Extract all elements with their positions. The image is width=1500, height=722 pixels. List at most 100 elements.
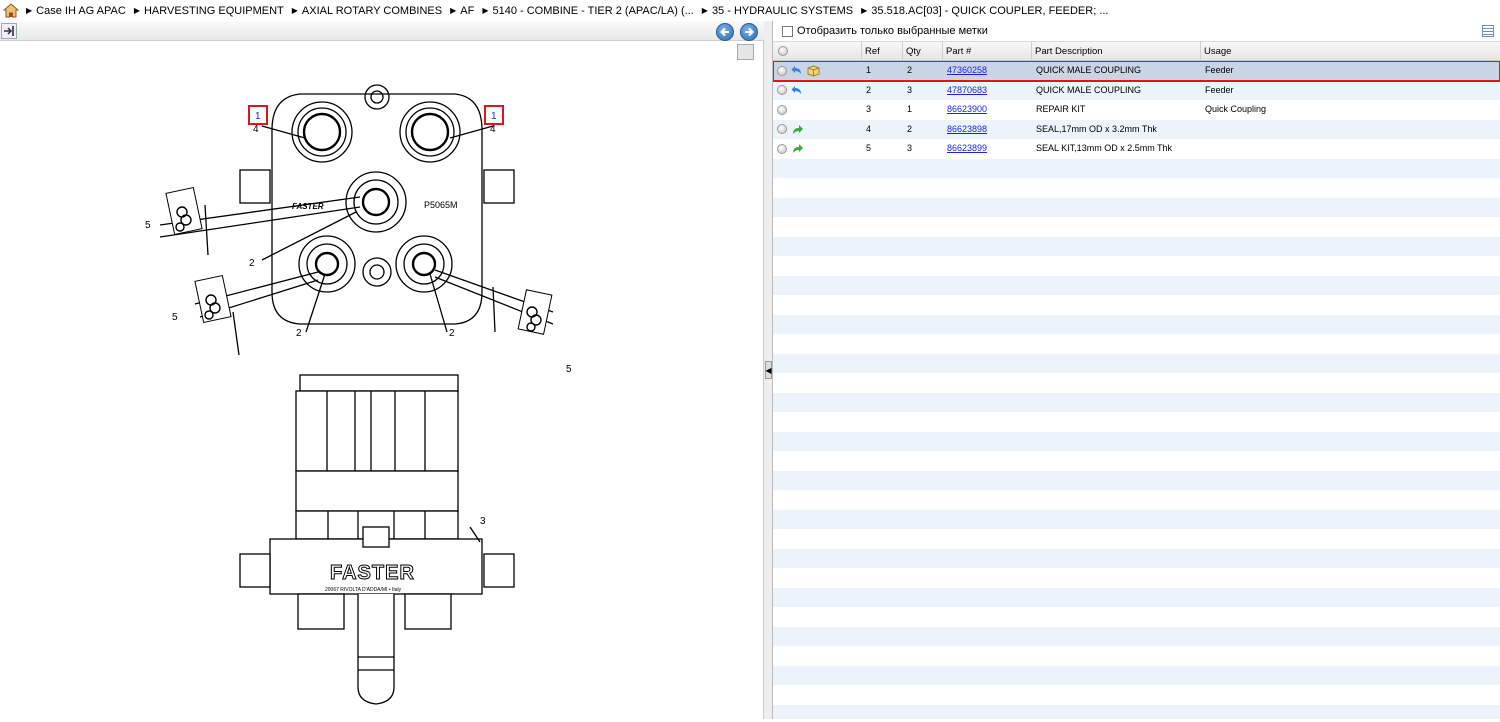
empty-row (773, 178, 1500, 198)
ref-cell: 2 (866, 84, 872, 95)
empty-row (773, 314, 1500, 334)
table-row[interactable]: 3 1 86623900 REPAIR KIT Quick Coupling (773, 100, 1500, 120)
table-row[interactable]: 1 2 47360258 QUICK MALE COUPLING Feeder (773, 61, 1500, 82)
callout-1-right: 1 (491, 111, 497, 122)
callout-4-left: 4 (253, 124, 259, 135)
row-controls[interactable] (773, 61, 862, 81)
ref-cell: 3 (866, 104, 872, 114)
part-number-link[interactable]: 86623900 (947, 104, 987, 114)
breadcrumb-item[interactable]: ▶ 5140 - COMBINE - TIER 2 (APAC/LA) (... (482, 5, 693, 17)
empty-row (773, 529, 1500, 549)
empty-row (773, 646, 1500, 666)
empty-row (773, 275, 1500, 295)
export-icon[interactable] (1, 23, 17, 39)
pane-splitter[interactable]: ◀ (764, 21, 773, 719)
part-number-link[interactable]: 86623899 (947, 143, 987, 153)
empty-row (773, 334, 1500, 354)
breadcrumb: ▶ Case IH AG APAC ▶ HARVESTING EQUIPMENT ▶… (0, 0, 1500, 21)
row-select-icon[interactable] (777, 143, 787, 154)
column-header-qty[interactable]: Qty (903, 42, 943, 61)
brand-subtitle: 20067 RIVOLTA D'ADDA/MI • Italy (325, 587, 402, 593)
empty-row (773, 197, 1500, 217)
usage-cell: Feeder (1205, 65, 1234, 75)
empty-row (773, 548, 1500, 568)
parts-grid: 1 2 47360258 QUICK MALE COUPLING Feeder 2 3 478… (773, 61, 1500, 719)
model-label: P5065M (424, 200, 458, 210)
breadcrumb-item[interactable]: ▶ 35.518.AC[03] - QUICK COUPLER, FEEDER; … (861, 5, 1108, 17)
part-number-link[interactable]: 47360258 (947, 65, 987, 75)
breadcrumb-item[interactable]: ▶ AXIAL ROTARY COMBINES (292, 5, 442, 17)
qty-cell: 1 (907, 104, 913, 114)
row-select-icon[interactable] (777, 124, 787, 135)
empty-row (773, 685, 1500, 705)
callout-5-top: 5 (145, 220, 151, 231)
qty-cell: 2 (907, 123, 913, 134)
row-controls[interactable] (773, 120, 862, 140)
usage-cell (1201, 120, 1500, 140)
drawing-toolbar (0, 21, 764, 41)
breadcrumb-item[interactable]: ▶ 35 - HYDRAULIC SYSTEMS (702, 5, 853, 17)
row-controls[interactable] (773, 139, 862, 159)
return-arrow-icon (791, 85, 801, 94)
ref-cell: 4 (866, 123, 872, 134)
usage-cell: Feeder (1205, 84, 1234, 95)
qty-cell: 3 (907, 143, 913, 153)
row-select-icon[interactable] (777, 65, 787, 76)
empty-row (773, 217, 1500, 237)
empty-row (773, 568, 1500, 588)
column-header-description[interactable]: Part Description (1032, 42, 1201, 61)
column-header-ref[interactable]: Ref (862, 42, 903, 61)
part-number-link[interactable]: 47870683 (947, 85, 987, 95)
row-select-icon[interactable] (777, 85, 787, 96)
green-arrow-icon (793, 124, 803, 134)
table-row[interactable]: 5 3 86623899 SEAL KIT,13mm OD x 2.5mm Thk (773, 139, 1500, 159)
breadcrumb-item[interactable]: ▶ Case IH AG APAC (26, 5, 126, 17)
description-cell: SEAL,17mm OD x 3.2mm Thk (1036, 123, 1157, 134)
show-selected-label: Отобразить только выбранные метки (797, 25, 988, 37)
callout-5-right: 5 (566, 364, 572, 375)
empty-row (773, 353, 1500, 373)
row-controls[interactable] (773, 81, 862, 101)
table-row[interactable]: 2 3 47870683 QUICK MALE COUPLING Feeder (773, 80, 1500, 101)
table-row[interactable]: 4 2 86623898 SEAL,17mm OD x 3.2mm Thk (773, 119, 1500, 140)
part-number-cell: 47360258 (943, 61, 1032, 81)
breadcrumb-item[interactable]: ▶ AF (450, 5, 474, 17)
parts-drawing[interactable]: FASTER P5065M 1 1 4 4 5 5 5 2 2 2 3 FAST… (0, 42, 764, 719)
return-arrow-icon (791, 66, 801, 75)
description-cell: QUICK MALE COUPLING (1036, 84, 1142, 95)
callout-4-right: 4 (490, 124, 496, 135)
callout-2-left: 2 (296, 328, 302, 339)
empty-row (773, 607, 1500, 627)
column-header-part[interactable]: Part # (943, 42, 1032, 61)
drawing-pane: FASTER P5065M 1 1 4 4 5 5 5 2 2 2 3 FAST… (0, 21, 764, 719)
row-controls[interactable] (773, 100, 862, 120)
show-selected-checkbox[interactable] (782, 25, 793, 37)
row-select-icon[interactable] (777, 104, 787, 115)
parts-list-pane: Отобразить только выбранные метки Ref Qt… (773, 21, 1500, 719)
callout-2-center: 2 (249, 258, 255, 269)
grid-settings-icon[interactable] (1482, 25, 1494, 37)
part-number-link[interactable]: 86623898 (947, 124, 987, 134)
collapse-handle-icon[interactable]: ◀ (765, 361, 772, 379)
empty-row (773, 626, 1500, 646)
breadcrumb-item[interactable]: ▶ HARVESTING EQUIPMENT (134, 5, 284, 17)
home-icon[interactable] (2, 2, 20, 20)
expand-button[interactable] (737, 44, 754, 60)
empty-row (773, 392, 1500, 412)
empty-row (773, 490, 1500, 510)
ref-cell: 1 (866, 65, 872, 75)
description-cell: QUICK MALE COUPLING (1036, 65, 1142, 75)
column-header-usage[interactable]: Usage (1201, 42, 1500, 61)
qty-cell: 3 (907, 84, 913, 95)
back-arrow-icon[interactable] (716, 23, 734, 41)
empty-row (773, 704, 1500, 719)
empty-row (773, 295, 1500, 315)
select-all-header[interactable] (773, 42, 862, 61)
part-number-cell: 47870683 (943, 81, 1032, 101)
empty-row (773, 256, 1500, 276)
green-arrow-icon (793, 144, 803, 154)
forward-arrow-icon[interactable] (740, 23, 758, 41)
empty-row (773, 451, 1500, 471)
grid-header: Ref Qty Part # Part Description Usage (773, 42, 1500, 61)
empty-row (773, 158, 1500, 178)
